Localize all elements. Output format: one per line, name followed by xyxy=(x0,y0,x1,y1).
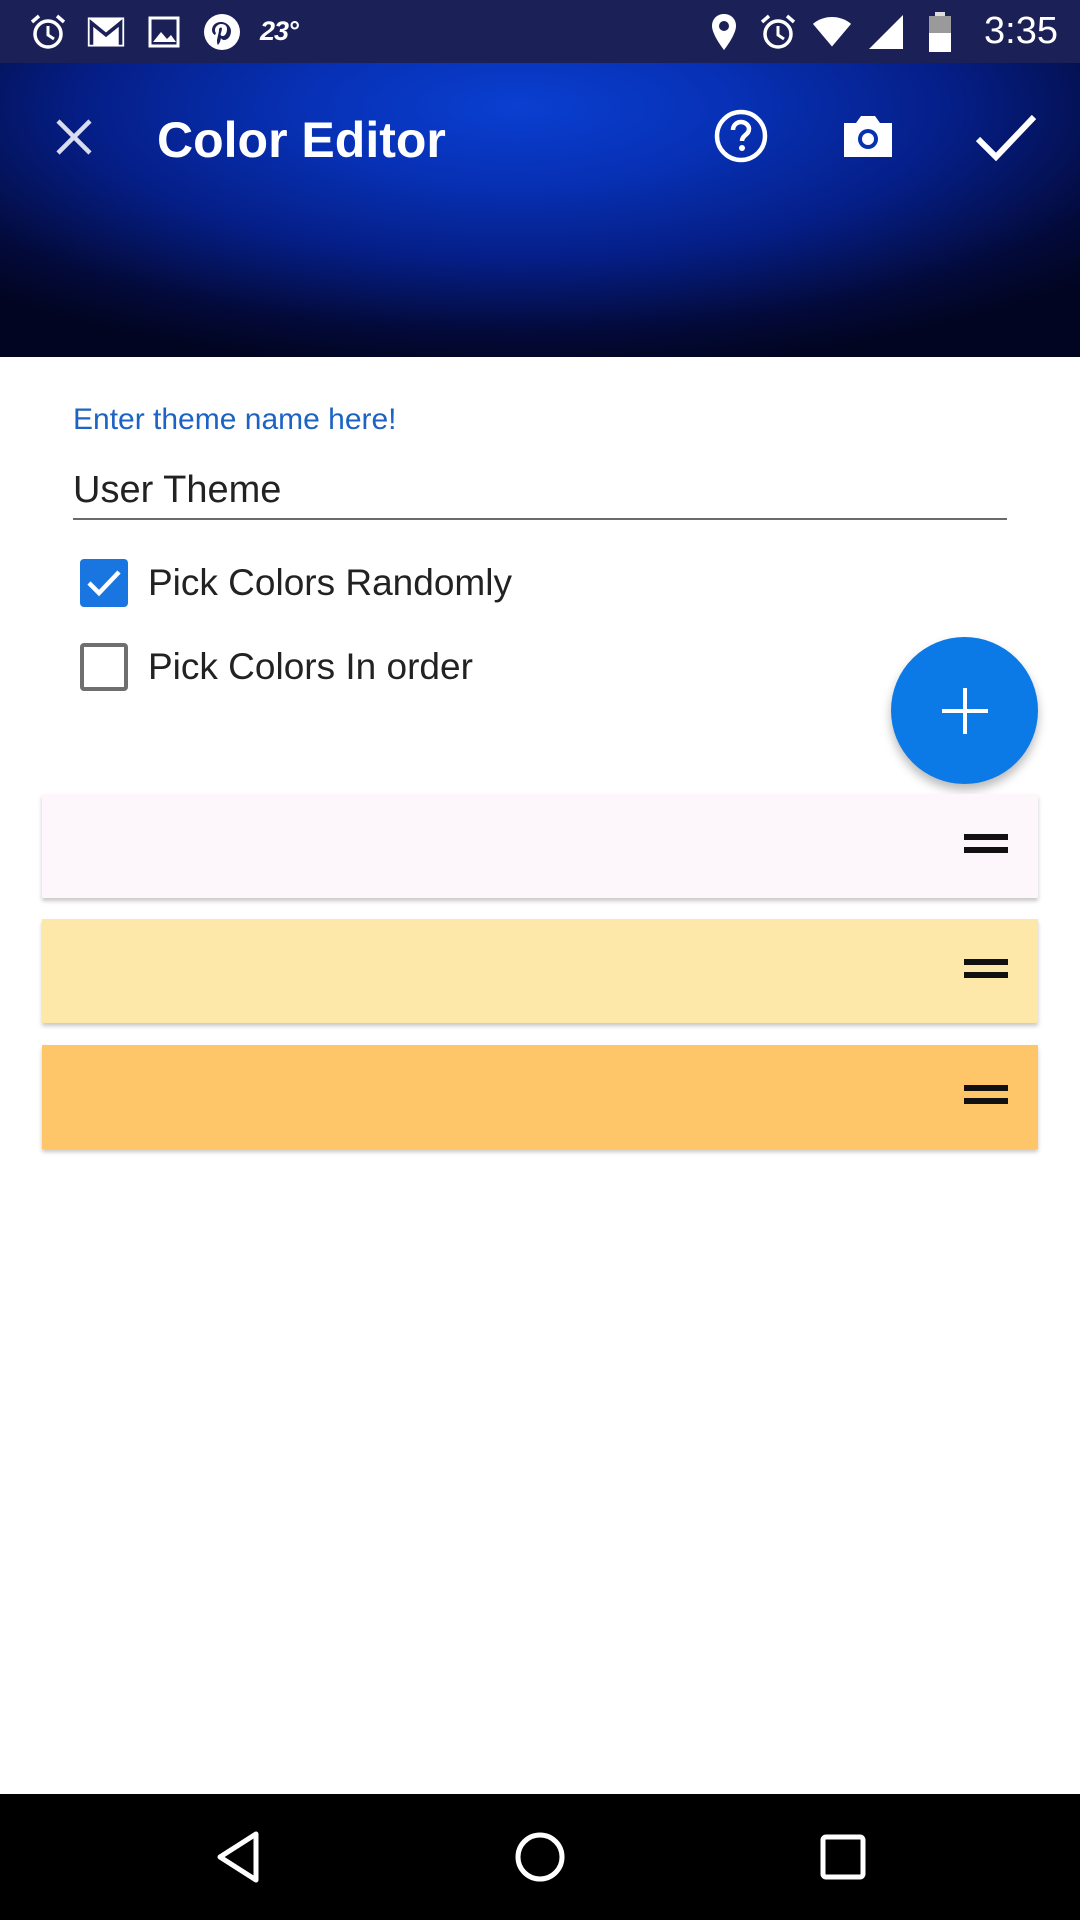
theme-name-label: Enter theme name here! xyxy=(73,403,397,436)
pick-order-checkbox[interactable] xyxy=(80,643,128,691)
alarm-icon xyxy=(758,12,798,52)
battery-icon xyxy=(920,11,960,52)
back-icon xyxy=(217,1831,259,1883)
app-bar: Color Editor xyxy=(0,63,1080,357)
pick-order-label: Pick Colors In order xyxy=(148,646,473,687)
pick-random-option[interactable]: Pick Colors Randomly xyxy=(80,557,512,609)
checkmark-icon xyxy=(87,570,121,597)
back-button[interactable] xyxy=(203,1824,273,1890)
close-button[interactable] xyxy=(42,105,106,169)
recents-icon xyxy=(820,1834,866,1880)
navigation-bar xyxy=(0,1794,1080,1920)
color-item[interactable] xyxy=(42,1045,1038,1149)
temperature-text: 23° xyxy=(260,16,299,46)
drag-handle-icon[interactable] xyxy=(964,959,1008,981)
close-icon xyxy=(56,119,92,155)
drag-handle-icon[interactable] xyxy=(964,834,1008,856)
home-icon xyxy=(515,1832,565,1882)
page-title: Color Editor xyxy=(157,112,446,168)
status-bar-left: 23° xyxy=(28,0,299,63)
location-icon xyxy=(704,12,744,52)
plus-icon xyxy=(941,687,988,734)
help-button[interactable] xyxy=(706,101,776,171)
gmail-icon xyxy=(86,12,126,52)
check-icon xyxy=(975,114,1037,162)
clock-text: 3:35 xyxy=(984,10,1058,52)
wifi-icon xyxy=(812,12,852,52)
color-item[interactable] xyxy=(42,794,1038,898)
save-button[interactable] xyxy=(968,99,1044,175)
status-bar-right: 3:35 xyxy=(704,0,1058,63)
home-button[interactable] xyxy=(505,1824,575,1890)
image-icon xyxy=(144,12,184,52)
pinterest-icon xyxy=(202,12,242,52)
status-bar: 23° 3:35 xyxy=(0,0,1080,63)
theme-name-input[interactable] xyxy=(73,462,1007,520)
pick-random-checkbox[interactable] xyxy=(80,559,128,607)
pick-random-label: Pick Colors Randomly xyxy=(148,562,512,603)
camera-icon xyxy=(844,116,892,157)
drag-handle-icon[interactable] xyxy=(964,1085,1008,1107)
pick-order-option[interactable]: Pick Colors In order xyxy=(80,641,473,693)
help-icon xyxy=(714,109,768,163)
add-color-button[interactable] xyxy=(891,637,1038,784)
camera-button[interactable] xyxy=(832,101,904,171)
color-item[interactable] xyxy=(42,919,1038,1023)
recents-button[interactable] xyxy=(808,1824,878,1890)
alarm-icon xyxy=(28,12,68,52)
signal-icon xyxy=(866,12,906,52)
